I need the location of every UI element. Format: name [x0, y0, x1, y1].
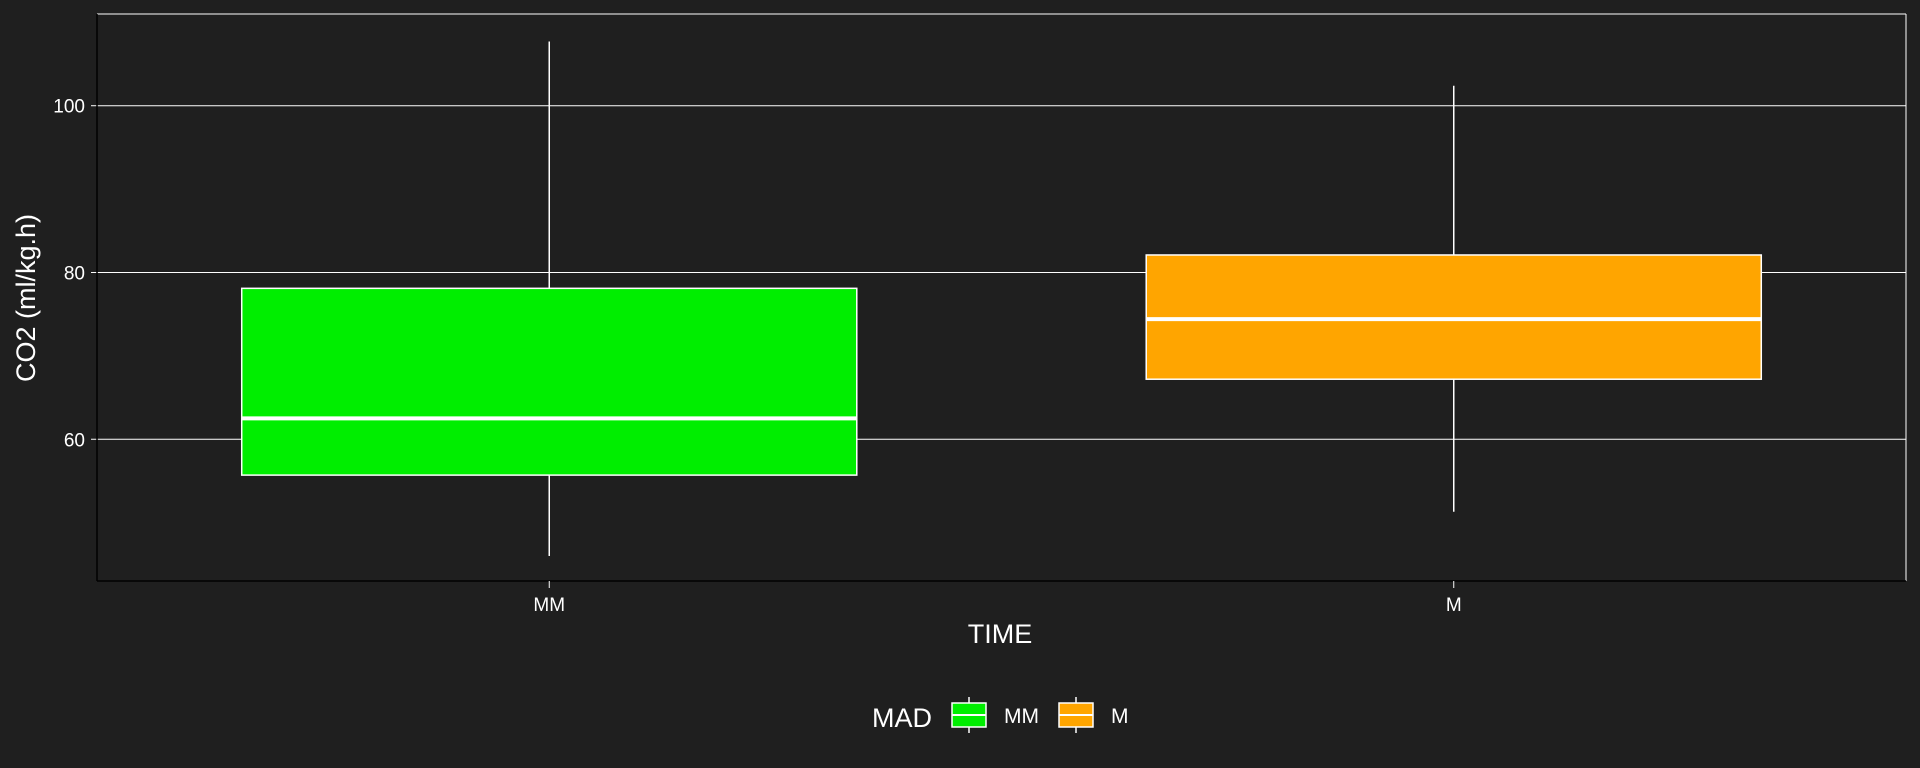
y-axis-title: CO2 (ml/kg.h) [11, 214, 41, 382]
iqr-box [1145, 254, 1763, 380]
x-tick-label: M [1446, 595, 1462, 616]
legend-label: M [1111, 705, 1129, 728]
co2-boxplot-chart: 6080100MM M TIME CO2 (ml/kg.h) MAD MM M [0, 0, 1920, 768]
x-axis-title: TIME [968, 619, 1033, 649]
y-tick-label: 80 [64, 263, 85, 284]
x-tick-label: MM [533, 595, 565, 616]
y-tick-label: 100 [53, 97, 85, 118]
iqr-box [240, 287, 858, 476]
y-tick-label: 60 [64, 430, 85, 451]
legend-label: MM [1004, 705, 1039, 728]
legend-title: MAD [872, 703, 932, 733]
